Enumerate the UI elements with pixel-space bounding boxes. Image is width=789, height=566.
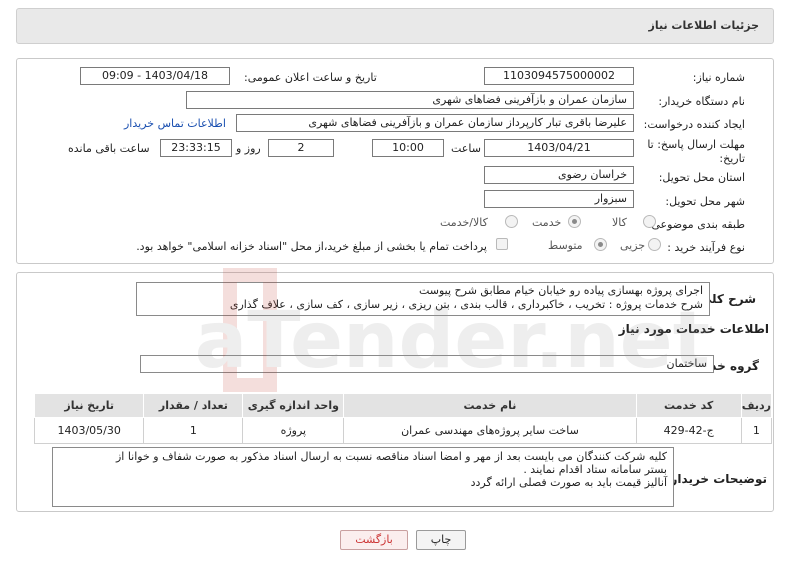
process-label: نوع فرآیند خرید :: [667, 241, 745, 254]
creator-field[interactable]: علیرضا باقری تبار کارپرداز سازمان عمران …: [236, 114, 634, 132]
province-field[interactable]: خراسان رضوی: [484, 166, 634, 184]
category-radio-goods[interactable]: [643, 215, 656, 228]
deadline-label: مهلت ارسال پاسخ: تا تاریخ:: [647, 138, 745, 165]
buyer-notes-label: توضیحات خریدار:: [665, 472, 767, 486]
summary-textarea[interactable]: اجرای پروژه بهسازی پیاده رو خیابان خیام …: [136, 282, 710, 316]
buyer-contact-link[interactable]: اطلاعات تماس خریدار: [124, 117, 226, 130]
days-remaining-field[interactable]: 2: [268, 139, 334, 157]
province-label: استان محل تحویل:: [658, 171, 745, 184]
category-label: طبقه بندی موضوعی:: [647, 218, 745, 231]
summary-line-1: اجرای پروژه بهسازی پیاده رو خیابان خیام …: [418, 284, 703, 297]
col-service-code: کد خدمت: [635, 393, 742, 418]
table-row: 1 ج-42-429 ساخت سایر پروژه‌های مهندسی عم…: [33, 417, 773, 444]
treasury-checkbox[interactable]: [496, 238, 508, 250]
col-need-date: تاریخ نیاز: [33, 393, 145, 418]
time-remaining-field[interactable]: 23:33:15: [160, 139, 232, 157]
buyer-notes-line-1: کلیه شرکت کنندگان می بایست بعد از مهر و …: [115, 450, 667, 463]
buyer-notes-line-3: آنالیز قیمت باید به صورت فصلی ارائه گردد: [470, 476, 667, 489]
cell-unit: پروژه: [242, 417, 345, 444]
table-header-row: ردیف کد خدمت نام خدمت واحد اندازه گیری ت…: [33, 393, 773, 418]
category-option-goods-service: کالا/خدمت: [440, 216, 488, 229]
cell-need-date: 1403/05/30: [33, 417, 145, 444]
cell-service-name: ساخت سایر پروژه‌های مهندسی عمران: [343, 417, 637, 444]
back-button[interactable]: بازگشت: [340, 530, 408, 550]
page-header: جزئیات اطلاعات نیاز: [16, 8, 774, 44]
category-option-service: خدمت: [532, 216, 562, 229]
deadline-time-field[interactable]: 10:00: [372, 139, 444, 157]
page-title: جزئیات اطلاعات نیاز: [648, 19, 760, 32]
need-number-field[interactable]: 1103094575000002: [484, 67, 634, 85]
city-label: شهر محل تحویل:: [665, 195, 745, 208]
time-remaining-label: ساعت باقی مانده: [68, 142, 150, 155]
cell-row-number: 1: [740, 417, 773, 444]
col-row-number: ردیف: [740, 393, 773, 418]
process-option-minor: جزیی: [620, 239, 646, 252]
col-unit: واحد اندازه گیری: [242, 393, 345, 418]
buyer-org-label: نام دستگاه خریدار:: [658, 95, 745, 108]
days-label: روز و: [236, 142, 261, 155]
announce-field[interactable]: 1403/04/18 - 09:09: [80, 67, 230, 85]
buyer-notes-textarea[interactable]: کلیه شرکت کنندگان می بایست بعد از مهر و …: [52, 447, 674, 507]
process-radio-medium[interactable]: [594, 238, 607, 251]
treasury-note: پرداخت تمام یا بخشی از مبلغ خرید،از محل …: [136, 240, 487, 253]
col-service-name: نام خدمت: [343, 393, 637, 418]
announce-label: تاریخ و ساعت اعلان عمومی:: [244, 71, 377, 84]
category-radio-service[interactable]: [568, 215, 581, 228]
need-number-label: شماره نیاز:: [692, 71, 745, 84]
process-option-medium: متوسط: [548, 239, 583, 252]
deadline-time-label: ساعت: [451, 142, 481, 155]
service-group-field[interactable]: ساختمان: [140, 355, 714, 373]
col-quantity: تعداد / مقدار: [143, 393, 244, 418]
process-radio-minor[interactable]: [648, 238, 661, 251]
city-field[interactable]: سبزوار: [484, 190, 634, 208]
cell-service-code: ج-42-429: [635, 417, 742, 444]
buyer-notes-line-2: بستر سامانه ستاد اقدام نمایند .: [523, 463, 667, 476]
services-section-title: اطلاعات خدمات مورد نیاز: [618, 322, 769, 336]
buyer-org-field[interactable]: سازمان عمران و بازآفرینی فضاهای شهری: [186, 91, 634, 109]
summary-line-2: شرح خدمات پروژه : تخریب ، خاکبرداری ، قا…: [229, 298, 703, 311]
cell-quantity: 1: [143, 417, 244, 444]
creator-label: ایجاد کننده درخواست:: [643, 118, 745, 131]
category-radio-goods-service[interactable]: [505, 215, 518, 228]
print-button[interactable]: چاپ: [416, 530, 466, 550]
category-option-goods: کالا: [612, 216, 627, 229]
services-table: ردیف کد خدمت نام خدمت واحد اندازه گیری ت…: [33, 393, 773, 444]
deadline-date-field[interactable]: 1403/04/21: [484, 139, 634, 157]
